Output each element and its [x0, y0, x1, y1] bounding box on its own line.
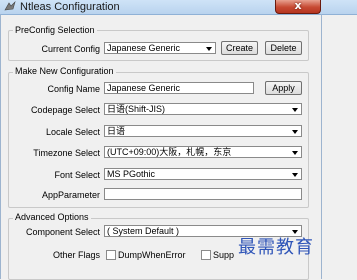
close-button[interactable]: x: [275, 0, 321, 14]
create-button[interactable]: Create: [221, 41, 258, 55]
new-config-group-label: Make New Configuration: [13, 66, 116, 76]
codepage-label: Codepage Select: [30, 105, 100, 115]
chevron-down-icon: [292, 173, 298, 177]
config-name-input[interactable]: Japanese Generic: [104, 82, 254, 94]
close-icon: x: [294, 0, 302, 12]
component-label: Component Select: [25, 227, 100, 237]
other-flags-label: Other Flags: [52, 250, 100, 260]
font-select[interactable]: MS PGothic: [104, 168, 302, 180]
config-name-value: Japanese Generic: [107, 83, 181, 93]
font-value: MS PGothic: [107, 169, 156, 179]
suppress-checkbox[interactable]: [201, 250, 211, 260]
locale-value: 日语: [107, 126, 126, 136]
timezone-value: (UTC+09:00)大阪，札幌，东京: [107, 147, 232, 157]
chevron-down-icon: [206, 47, 212, 51]
codepage-select[interactable]: 日语(Shift-JIS): [104, 103, 302, 115]
watermark-logo: 最需教育: [238, 237, 314, 258]
timezone-label: Timezone Select: [33, 148, 100, 158]
chevron-down-icon: [292, 151, 298, 155]
chevron-down-icon: [292, 130, 298, 134]
locale-select[interactable]: 日语: [104, 125, 302, 137]
current-config-select[interactable]: Japanese Generic: [104, 42, 216, 54]
window-border-right: [321, 14, 322, 279]
component-value: ( System Default ): [107, 226, 180, 236]
dump-when-error-checkbox[interactable]: [106, 250, 116, 260]
delete-button[interactable]: Delete: [265, 41, 302, 55]
timezone-select[interactable]: (UTC+09:00)大阪，札幌，东京: [104, 146, 302, 158]
config-name-label: Config Name: [47, 84, 100, 94]
dump-when-error-label: DumpWhenError: [118, 250, 186, 260]
current-config-label: Current Config: [41, 44, 100, 54]
window-border-left: [0, 14, 1, 279]
title-bar: Ntleas Configuration x: [0, 0, 357, 15]
suppress-label: Supp: [213, 250, 235, 260]
font-label: Font Select: [54, 170, 100, 180]
current-config-value: Japanese Generic: [107, 43, 181, 53]
advanced-group-label: Advanced Options: [13, 212, 91, 222]
window-title: Ntleas Configuration: [20, 1, 120, 13]
app-parameter-input[interactable]: [104, 188, 302, 200]
preconfig-group-label: PreConfig Selection: [13, 25, 97, 35]
app-parameter-label: AppParameter: [41, 190, 100, 200]
codepage-value: 日语(Shift-JIS): [107, 104, 166, 114]
chevron-down-icon: [292, 108, 298, 112]
app-icon: [4, 1, 16, 11]
apply-button[interactable]: Apply: [265, 81, 302, 95]
locale-label: Locale Select: [45, 127, 100, 137]
